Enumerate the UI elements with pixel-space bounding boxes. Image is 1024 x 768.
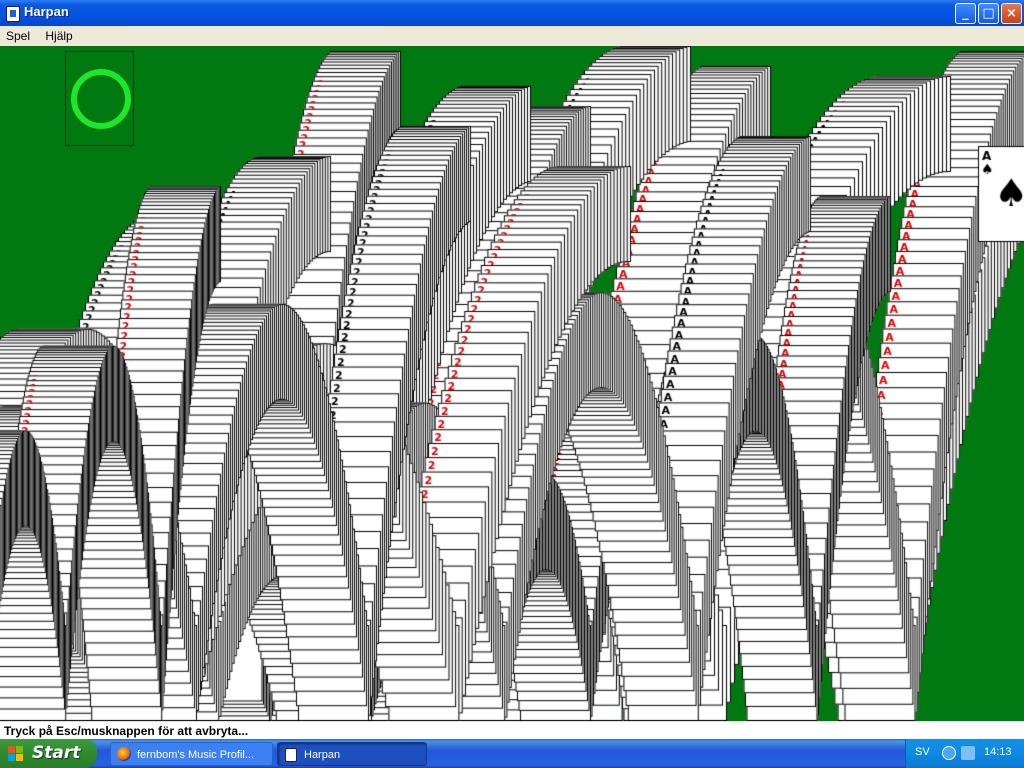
game-board[interactable] <box>0 46 1024 721</box>
app-icon[interactable] <box>6 6 20 22</box>
close-button[interactable]: × <box>1001 3 1022 24</box>
back-arrow-icon[interactable] <box>942 746 956 760</box>
window-icon <box>285 748 297 762</box>
menu-bar: Spel Hjälp <box>0 26 1024 46</box>
menu-help[interactable]: Hjälp <box>39 26 78 46</box>
start-label: Start <box>32 743 81 763</box>
taskbar-item-label: fernbom's Music Profil... <box>137 749 255 761</box>
restart-ring-icon <box>71 69 131 129</box>
language-indicator[interactable]: SV <box>915 746 930 758</box>
firefox-icon <box>117 747 131 761</box>
clock: 14:13 <box>984 746 1012 758</box>
taskbar: Start fernbom's Music Profil... Harpan S… <box>0 739 1024 768</box>
start-button[interactable]: Start <box>0 739 97 768</box>
maximize-button[interactable]: □ <box>978 3 999 24</box>
menu-game[interactable]: Spel <box>0 26 36 46</box>
minimize-button[interactable]: _ <box>955 3 976 24</box>
status-bar-text: Tryck på Esc/musknappen för att avbryta.… <box>0 721 1024 739</box>
network-icon[interactable] <box>961 746 975 760</box>
window-title: Harpan <box>24 4 69 19</box>
windows-logo-icon <box>8 746 24 762</box>
taskbar-item-harpan[interactable]: Harpan <box>277 742 427 766</box>
title-bar[interactable]: Harpan _ □ × <box>0 0 1024 26</box>
system-tray: SV 14:13 <box>905 739 1024 768</box>
bouncing-cards-animation <box>0 46 1024 721</box>
deck-slot[interactable] <box>65 51 134 146</box>
taskbar-item-firefox[interactable]: fernbom's Music Profil... <box>110 742 273 766</box>
taskbar-item-label: Harpan <box>304 749 341 761</box>
